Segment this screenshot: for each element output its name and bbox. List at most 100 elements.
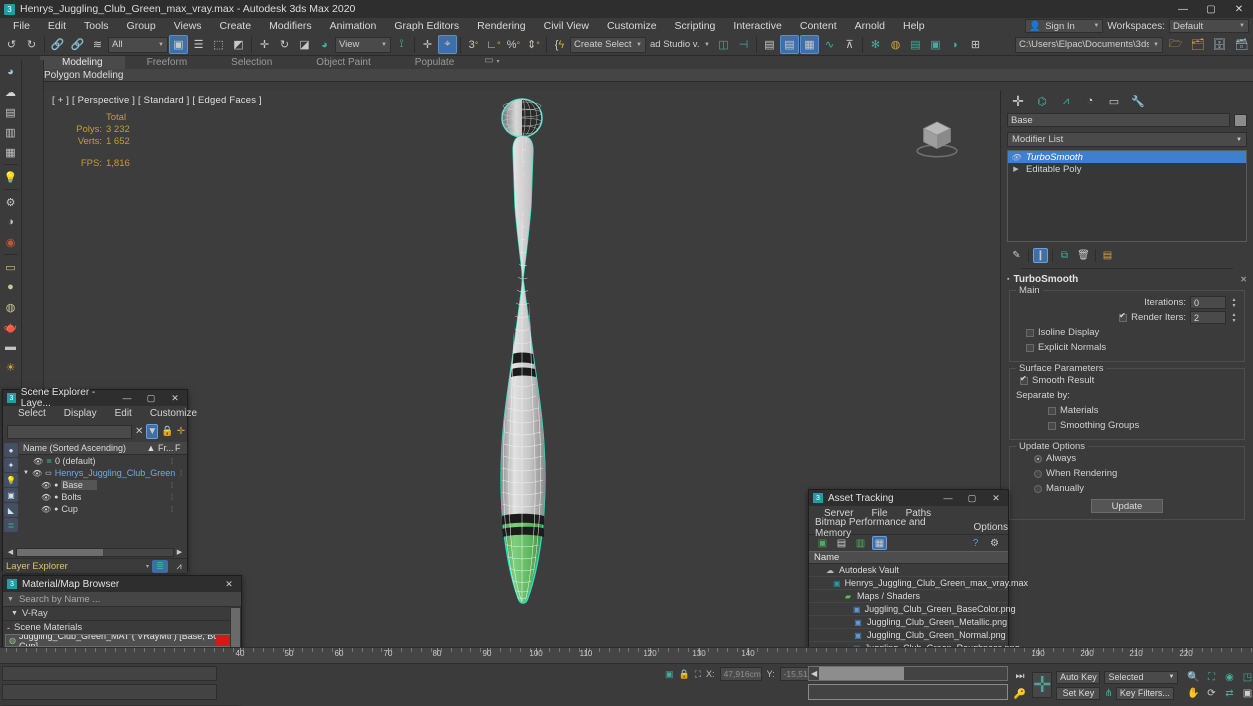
modifier-stack-item-editable-poly[interactable]: ▶ Editable Poly	[1008, 163, 1246, 175]
undo-icon[interactable]: ↺	[2, 35, 21, 54]
close-button[interactable]: ✕	[217, 579, 241, 590]
vray-section-header[interactable]: ▼ V-Ray	[3, 607, 241, 621]
scene-materials-header[interactable]: - Scene Materials	[3, 621, 241, 634]
edit-named-selection-sets-icon[interactable]: {ϟ	[550, 35, 569, 54]
list-item[interactable]: 👁 ● Cup ⁞	[19, 503, 187, 515]
key-filters-button[interactable]: Key Filters...	[1115, 686, 1174, 700]
toggle-layer-explorer-icon[interactable]: ▤	[760, 35, 779, 54]
motion-tab-icon[interactable]: ◔	[1079, 93, 1101, 110]
menu-item-civil-view[interactable]: Civil View	[535, 19, 598, 33]
table-row[interactable]: ☁ Autodesk Vault	[809, 564, 1008, 577]
filter-icon[interactable]: ▼	[146, 424, 159, 439]
toggle-ribbon-icon[interactable]: ▦	[800, 35, 819, 54]
percent-icon[interactable]: % °	[504, 35, 523, 54]
menu-item-edit[interactable]: Edit	[39, 19, 75, 33]
filter-lights-icon[interactable]: 💡	[4, 473, 18, 487]
sign-in-button[interactable]: 👤 Sign In ▼	[1025, 19, 1104, 33]
render-setup-icon[interactable]: ▤	[906, 35, 925, 54]
zoom-icon[interactable]: 🔍	[1185, 670, 1201, 684]
update-button[interactable]: Update	[1091, 499, 1163, 513]
frozen-cell[interactable]: ⁞	[175, 469, 187, 478]
named-selection-set-input[interactable]: Create Selection Se▼	[570, 36, 646, 53]
update-always-radio[interactable]	[1034, 454, 1042, 463]
schematic-view-icon[interactable]: ⊼	[840, 35, 859, 54]
create-tab-icon[interactable]: ✛	[1007, 93, 1029, 110]
eye-icon[interactable]: 👁	[32, 469, 42, 478]
display-tab-icon[interactable]: ▭	[1103, 93, 1125, 110]
render-iters-checkbox[interactable]	[1119, 311, 1128, 322]
vray-frame-buffer-icon[interactable]: ◉	[2, 233, 20, 251]
explicit-normals-checkbox[interactable]	[1026, 343, 1034, 352]
menu-item-help[interactable]: Help	[894, 19, 934, 33]
table-row[interactable]: ▣ Juggling_Club_Green_Normal.png	[809, 629, 1008, 642]
clear-search-icon[interactable]: ✕	[135, 424, 143, 439]
render-window-icon[interactable]: ▤	[2, 103, 20, 121]
column-name[interactable]: Name (Sorted Ascending)	[19, 443, 145, 453]
render-setup2-icon[interactable]: ▥	[2, 123, 20, 141]
render-frame2-icon[interactable]: ▦	[2, 143, 20, 161]
orbit-icon[interactable]: ⟳	[1203, 686, 1219, 700]
project-folder-icon[interactable]: 🗄	[1210, 35, 1229, 54]
hierarchy-tab-icon[interactable]: ⩘	[1055, 93, 1077, 110]
help-icon[interactable]: ?	[968, 536, 983, 550]
selection-lock-icon[interactable]: ▣	[665, 669, 674, 680]
filter-geometry-icon[interactable]: ●	[4, 443, 18, 457]
eye-icon[interactable]: 👁	[41, 505, 51, 514]
viewport-label[interactable]: [ + ] [ Perspective ] [ Standard ] [ Edg…	[52, 95, 262, 106]
filter-layers-icon[interactable]: ≣	[4, 518, 18, 532]
smooth-result-checkbox[interactable]	[1020, 374, 1028, 385]
angle-snap-toggle-icon[interactable]: 3 °	[464, 35, 483, 54]
expand-triangle-icon[interactable]: ▶	[1010, 165, 1022, 173]
sun-icon[interactable]: ☀	[2, 358, 20, 376]
sphere-material-icon[interactable]: ●	[2, 278, 20, 296]
walkthrough-icon[interactable]: ⇄	[1221, 686, 1237, 700]
ribbon-tab-freeform[interactable]: Freeform	[125, 56, 210, 69]
mirror-icon[interactable]: ◫	[714, 35, 733, 54]
frozen-cell[interactable]: ⁞	[157, 493, 187, 502]
menu-item-modifiers[interactable]: Modifiers	[260, 19, 321, 33]
prompt-progress-bar[interactable]: ◀	[808, 666, 1008, 681]
menu-item-display[interactable]: Display	[55, 408, 106, 419]
ribbon-tab-selection[interactable]: Selection	[209, 56, 294, 69]
rollout-header[interactable]: ▪ TurboSmooth ✕	[1007, 271, 1247, 288]
isoline-display-checkbox[interactable]	[1026, 328, 1034, 337]
ribbon-overflow-icon[interactable]: ▭ ▾	[476, 54, 507, 69]
menu-item-options[interactable]: Options	[974, 522, 1008, 533]
table-row[interactable]: ▣ Henrys_Juggling_Club_Green_max_vray.ma…	[809, 577, 1028, 590]
viewport-shading-icon[interactable]: ◕	[2, 63, 20, 81]
frozen-cell[interactable]: ⁞	[157, 505, 187, 514]
lock-icon[interactable]: 🔒	[679, 669, 690, 680]
menu-item-edit[interactable]: Edit	[106, 408, 141, 419]
set-key-button[interactable]: ✛	[1032, 672, 1053, 698]
render-production-icon[interactable]: ◗	[946, 35, 965, 54]
toggle-scene-explorer-icon[interactable]: ▤	[780, 35, 799, 54]
frozen-cell[interactable]: ⁞	[157, 481, 187, 490]
scroll-left-icon[interactable]: ◀	[809, 669, 819, 678]
minimize-button[interactable]: —	[115, 393, 139, 404]
unlink-selection-icon[interactable]: 🔗	[68, 35, 87, 54]
object-name-input[interactable]	[1007, 113, 1230, 127]
minimize-button[interactable]: —	[936, 493, 960, 504]
go-to-end-icon[interactable]: ⏭	[1012, 669, 1028, 683]
prompt-input-field[interactable]	[808, 684, 1008, 700]
pan-icon[interactable]: ✋	[1185, 686, 1201, 700]
scene-explorer-window[interactable]: 3 Scene Explorer - Laye... — ▢ ✕ Select …	[2, 387, 197, 573]
maximize-button[interactable]: ▢	[139, 393, 163, 404]
menu-item-arnold[interactable]: Arnold	[846, 19, 894, 33]
scroll-track[interactable]	[16, 547, 174, 557]
sphere-material2-icon[interactable]: ◍	[2, 298, 20, 316]
close-button[interactable]: ✕	[163, 393, 187, 404]
hierarchy-view-icon[interactable]: ⩘	[171, 560, 187, 573]
snaps-toggle-icon[interactable]: ⌖	[438, 35, 457, 54]
list-item[interactable]: 👁 ≣ 0 (default) ⁞	[19, 455, 187, 467]
scene-explorer-horizontal-scrollbar[interactable]: ◀ ▶	[3, 546, 187, 558]
table-row[interactable]: ▰ Maps / Shaders	[809, 590, 1008, 603]
close-icon[interactable]: ✕	[1240, 275, 1247, 284]
menu-item-content[interactable]: Content	[791, 19, 846, 33]
list-item[interactable]: 👁 ● Base ⁞	[19, 479, 187, 491]
cylinder-material-icon[interactable]: ▬	[2, 338, 20, 356]
menu-item-select[interactable]: Select	[9, 408, 55, 419]
pin-stack-icon[interactable]: ✎	[1009, 248, 1024, 263]
check-in-icon[interactable]: ▣	[815, 536, 830, 550]
key-tangent-icon[interactable]: ⋔	[1104, 688, 1112, 699]
